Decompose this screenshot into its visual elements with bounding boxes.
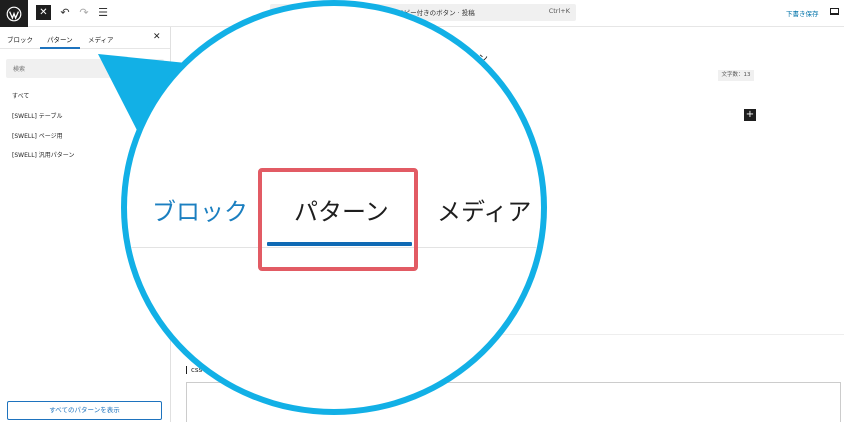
highlight-frame: [258, 168, 418, 271]
magnifier-circle: ブロック パターン メディア: [121, 0, 547, 415]
magnified-tab-block: ブロック: [152, 198, 248, 226]
magnified-tab-media: メディア: [437, 198, 532, 226]
